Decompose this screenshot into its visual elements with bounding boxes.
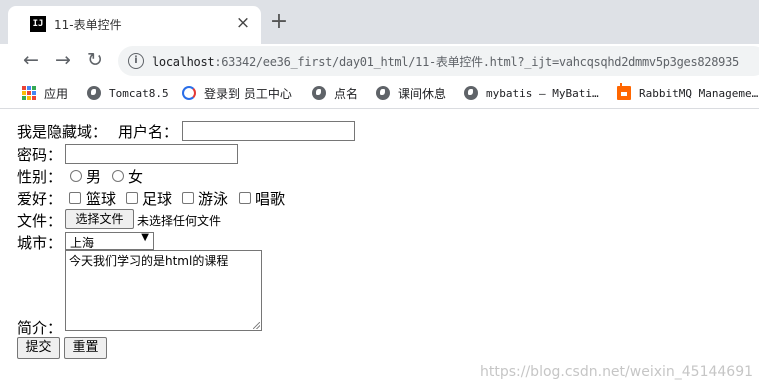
gender-label: 性别： [17, 168, 63, 186]
file-label: 文件： [17, 212, 63, 230]
forward-icon[interactable]: → [51, 48, 75, 72]
page-content: 我是隐藏域： 用户名： 密码： 性别： 男 女 爱好： 篮球 足球 游泳 唱歌 … [0, 109, 759, 392]
close-tab-icon[interactable]: × [234, 14, 252, 32]
intro-text: 今天我们学习的是html的课程 [69, 254, 229, 268]
globe-icon [87, 86, 101, 100]
city-select-value: 上海 [70, 236, 95, 250]
bookmark-label: 应用 [44, 86, 69, 101]
globe-icon [464, 86, 478, 100]
username-input[interactable] [182, 121, 355, 141]
bookmark-tomcat[interactable]: Tomcat8.5 [87, 84, 169, 102]
file-status: 未选择任何文件 [137, 214, 222, 228]
bookmark-employee-center[interactable]: 登录到 员工中心 [182, 84, 292, 102]
hobby-basketball-checkbox[interactable] [69, 192, 81, 204]
info-icon[interactable]: i [128, 53, 144, 69]
gender-female-label: 女 [128, 168, 144, 186]
reload-icon[interactable]: ↻ [83, 48, 107, 72]
city-label: 城市： [17, 234, 63, 252]
bookmarks-bar: 应用 Tomcat8.5 登录到 员工中心 点名 课间休息 mybatis – … [0, 78, 759, 109]
rabbit-icon [617, 83, 631, 100]
hobby-sing-label: 唱歌 [255, 190, 286, 208]
submit-button[interactable]: 提交 [17, 337, 60, 359]
password-input[interactable] [65, 144, 238, 164]
hobby-swim-checkbox[interactable] [182, 192, 194, 204]
url-host: localhost [152, 55, 215, 69]
new-tab-icon[interactable]: + [269, 11, 289, 33]
gender-male-radio[interactable] [70, 170, 82, 182]
bookmark-break[interactable]: 课间休息 [376, 84, 446, 102]
intellij-icon: IJ [30, 16, 46, 32]
hobby-label: 爱好： [17, 190, 63, 208]
back-icon[interactable]: ← [19, 48, 43, 72]
resize-handle-icon[interactable] [253, 322, 260, 329]
watermark-text: https://blog.csdn.net/weixin_45144691 [480, 364, 754, 380]
url-text[interactable]: localhost:63342/ee36_first/day01_html/11… [152, 53, 739, 70]
password-label: 密码： [17, 146, 63, 164]
hobby-swim-label: 游泳 [198, 190, 229, 208]
hobby-football-checkbox[interactable] [126, 192, 138, 204]
bookmark-label: mybatis – MyBati… [486, 86, 599, 100]
bookmark-label: 登录到 员工中心 [204, 86, 292, 101]
intro-label: 简介： [17, 319, 63, 337]
address-bar[interactable]: i localhost:63342/ee36_first/day01_html/… [118, 46, 759, 76]
bookmark-apps[interactable]: 应用 [22, 84, 68, 102]
hobby-sing-checkbox[interactable] [239, 192, 251, 204]
bookmark-label: 点名 [334, 86, 359, 101]
globe-icon [376, 86, 390, 100]
hobby-basketball-label: 篮球 [86, 190, 117, 208]
globe-icon [312, 86, 326, 100]
bookmark-label: 课间休息 [398, 86, 447, 101]
city-select[interactable]: 上海 ▼ [65, 232, 154, 250]
dropdown-arrow-icon: ▼ [141, 232, 149, 243]
tab-title: 11-表单控件 [54, 18, 122, 32]
browser-tab[interactable]: IJ 11-表单控件 × [8, 6, 261, 44]
bookmark-label: Tomcat8.5 [109, 86, 169, 100]
tab-bar: IJ 11-表单控件 × + [0, 0, 759, 44]
choose-file-button[interactable]: 选择文件 [65, 209, 134, 229]
hobby-football-label: 足球 [142, 190, 173, 208]
gender-male-label: 男 [86, 168, 102, 186]
browser-toolbar: ← → ↻ i localhost:63342/ee36_first/day01… [0, 44, 759, 77]
reset-button[interactable]: 重置 [64, 337, 107, 359]
gender-female-radio[interactable] [112, 170, 124, 182]
hidden-field-label: 我是隐藏域： [17, 123, 108, 141]
username-label: 用户名： [118, 123, 179, 141]
bookmark-rabbitmq[interactable]: RabbitMQ Manageme… [617, 83, 759, 102]
url-path: :63342/ee36_first/day01_html/11-表单控件.htm… [214, 55, 739, 69]
apps-icon [22, 86, 36, 100]
swirl-icon [182, 86, 196, 100]
bookmark-mybatis[interactable]: mybatis – MyBati… [464, 84, 599, 102]
intro-textarea[interactable]: 今天我们学习的是html的课程 [65, 250, 262, 331]
bookmark-label: RabbitMQ Manageme… [639, 86, 759, 100]
bookmark-roll-call[interactable]: 点名 [312, 84, 358, 102]
